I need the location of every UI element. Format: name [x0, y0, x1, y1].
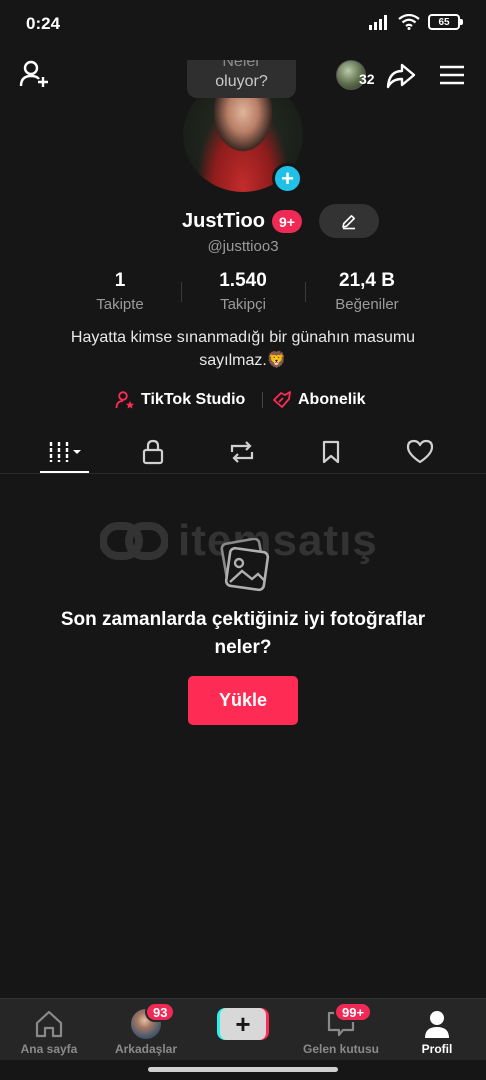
status-time: 0:24 — [26, 14, 61, 33]
bio-line: Hayatta kimse sınanmadığı bir günahın ma… — [70, 329, 416, 346]
subscription-label: Abonelik — [298, 391, 366, 408]
status-icons: 65 — [368, 14, 463, 30]
share-arrow-icon — [386, 63, 416, 89]
bookmark-icon — [322, 440, 340, 464]
watermark-text: itemsatış — [178, 516, 378, 565]
heart-icon — [406, 439, 434, 464]
battery-level: 65 — [438, 16, 450, 28]
stat-divider — [305, 282, 306, 302]
active-tab-underline — [40, 471, 89, 473]
content-tabs — [0, 430, 486, 474]
stat-label: Beğeniler — [335, 296, 399, 313]
tab-private[interactable] — [123, 430, 183, 474]
stat-value: 1 — [114, 270, 126, 291]
profile-stats: 1 Takipte 1.540 Takipçi 21,4 B Beğeniler — [60, 270, 426, 318]
nav-profile-label: Profil — [421, 1042, 453, 1056]
empty-state-title: Son zamanlarda çektiğiniz iyi fotoğrafla… — [60, 609, 426, 658]
menu-button[interactable] — [436, 58, 468, 92]
status-bar: 0:24 65 — [0, 0, 486, 48]
profile-handle: @justtioo3 — [207, 238, 279, 255]
status-note-ghost-text: Neler — [222, 60, 261, 70]
photos-empty-icon — [212, 537, 274, 594]
inbox-badge: 99+ — [334, 1002, 373, 1022]
status-note-bubble[interactable]: Neler oluyor? — [187, 60, 296, 98]
tiktok-studio-label: TikTok Studio — [141, 391, 246, 408]
stat-following[interactable]: 1 Takipte — [60, 270, 180, 313]
bottom-nav: Ana sayfa Arkadaşlar 93 + Gelen kutusu 9… — [0, 998, 486, 1060]
signal-icon — [369, 15, 387, 30]
profile-person-icon — [425, 1011, 449, 1038]
nav-friends-label: Arkadaşlar — [114, 1042, 178, 1056]
stat-label: Takipte — [96, 296, 144, 313]
visitors-count: 32 — [359, 71, 375, 87]
add-friend-button[interactable] — [18, 58, 52, 92]
bio-line: sayılmaz.🦁 — [199, 352, 287, 369]
wifi-icon — [398, 14, 420, 30]
create-button[interactable]: + — [217, 1008, 269, 1040]
battery-icon: 65 — [428, 14, 463, 30]
repost-icon — [230, 441, 254, 463]
chain-link-icon — [100, 522, 168, 560]
lock-icon — [142, 439, 164, 465]
profile-visitors-button[interactable]: 32 — [336, 58, 382, 92]
tab-liked[interactable] — [390, 430, 450, 474]
videos-grid-icon — [49, 442, 81, 462]
friends-badge: 93 — [145, 1002, 176, 1022]
upload-button[interactable]: Yükle — [188, 676, 298, 725]
subscription-link[interactable]: Abonelik — [272, 387, 366, 413]
status-note-text: oluyor? — [215, 73, 268, 91]
nav-home[interactable]: Ana sayfa — [14, 999, 84, 1061]
tiktok-studio-link[interactable]: TikTok Studio — [115, 387, 245, 413]
links-divider — [262, 392, 263, 408]
profile-bio: Hayatta kimse sınanmadığı bir günahın ma… — [30, 326, 456, 372]
edit-profile-button[interactable] — [319, 204, 379, 238]
stat-value: 21,4 B — [339, 270, 395, 291]
creator-star-icon — [115, 391, 134, 409]
tab-reposts[interactable] — [212, 430, 272, 474]
stat-value: 1.540 — [219, 270, 267, 291]
profile-links: TikTok Studio Abonelik — [0, 385, 486, 413]
tab-videos[interactable] — [35, 430, 95, 474]
stat-followers[interactable]: 1.540 Takipçi — [183, 270, 303, 313]
hamburger-menu-icon — [440, 65, 464, 85]
tab-favorites[interactable] — [301, 430, 361, 474]
username-row: JustTioo 9+ — [0, 202, 486, 242]
nav-inbox-label: Gelen kutusu — [302, 1042, 379, 1056]
stat-divider — [181, 282, 182, 302]
plus-icon: + — [220, 1008, 266, 1040]
home-indicator[interactable] — [148, 1067, 338, 1072]
nav-profile[interactable]: Profil — [407, 999, 467, 1061]
subscription-icon — [273, 391, 291, 408]
add-story-plus-icon[interactable]: + — [272, 163, 303, 194]
add-user-icon — [19, 60, 48, 87]
profile-name: JustTioo — [182, 210, 265, 232]
pencil-icon — [342, 215, 355, 230]
home-icon — [35, 1010, 63, 1038]
notification-badge[interactable]: 9+ — [272, 210, 302, 233]
share-button[interactable] — [384, 58, 418, 92]
nav-home-label: Ana sayfa — [20, 1042, 78, 1056]
stat-likes[interactable]: 21,4 B Beğeniler — [307, 270, 427, 313]
stat-label: Takipçi — [220, 296, 266, 313]
